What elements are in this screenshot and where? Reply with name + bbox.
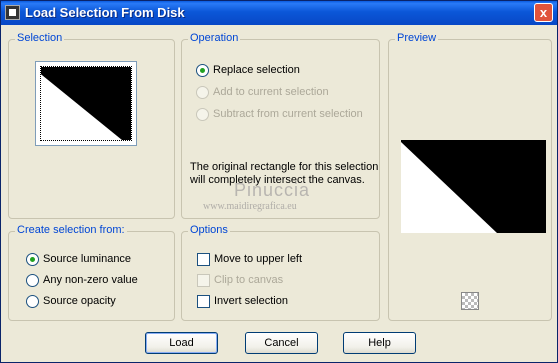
preview-image-graphic [401,140,546,233]
operation-group-title: Operation [188,32,241,44]
dialog-window: Load Selection From Disk x Selection Ope… [0,0,558,363]
radio-indicator [196,85,209,99]
load-button[interactable]: Load [145,332,218,354]
app-icon [5,5,20,20]
radio-indicator [26,294,39,308]
checkbox-label: Clip to canvas [214,274,284,286]
help-button[interactable]: Help [343,332,416,354]
selection-thumbnail-frame [40,66,132,141]
selection-thumbnail[interactable] [35,61,137,146]
watermark-name: Pinuccia [234,180,311,200]
radio-indicator [26,252,39,266]
clip-to-canvas-checkbox[interactable]: Clip to canvas [197,272,283,288]
window-title: Load Selection From Disk [25,5,185,20]
watermark-url: www.maidiregrafica.eu [203,201,297,212]
source-luminance-radio[interactable]: Source luminance [26,251,131,267]
create-selection-from-title: Create selection from: [15,224,127,236]
radio-label: Replace selection [213,64,300,76]
radio-label: Subtract from current selection [213,108,363,120]
move-to-upper-left-checkbox[interactable]: Move to upper left [197,251,302,267]
source-opacity-radio[interactable]: Source opacity [26,293,116,309]
replace-selection-radio[interactable]: Replace selection [196,62,300,78]
info-line: The original rectangle for this selectio… [190,161,379,173]
checkbox-label: Move to upper left [214,253,303,265]
selection-group-title: Selection [15,32,65,44]
add-to-selection-radio[interactable]: Add to current selection [196,84,329,100]
selection-group: Selection [8,32,175,219]
radio-indicator [196,63,209,77]
preview-group: Preview [388,32,552,321]
radio-indicator [196,107,209,121]
checkerboard-icon[interactable] [461,292,479,310]
checkbox-indicator [197,273,210,287]
close-button[interactable]: x [534,3,553,22]
create-selection-from-group: Create selection from: Source luminance … [8,224,175,321]
checkbox-indicator [197,252,210,266]
radio-label: Add to current selection [213,86,329,98]
options-group-title: Options [188,224,230,236]
radio-label: Any non-zero value [43,274,138,286]
cancel-button[interactable]: Cancel [245,332,318,354]
radio-indicator [26,273,39,287]
options-group: Options Move to upper left Clip to canva… [181,224,380,321]
preview-group-title: Preview [395,32,439,44]
invert-selection-checkbox[interactable]: Invert selection [197,293,288,309]
title-bar[interactable]: Load Selection From Disk x [1,1,557,25]
radio-label: Source luminance [43,253,132,265]
selection-thumbnail-image [41,67,131,140]
radio-label: Source opacity [43,295,116,307]
checkbox-label: Invert selection [214,295,288,307]
subtract-from-selection-radio[interactable]: Subtract from current selection [196,106,363,122]
any-non-zero-value-radio[interactable]: Any non-zero value [26,272,138,288]
preview-image [401,140,546,233]
checkbox-indicator [197,294,210,308]
